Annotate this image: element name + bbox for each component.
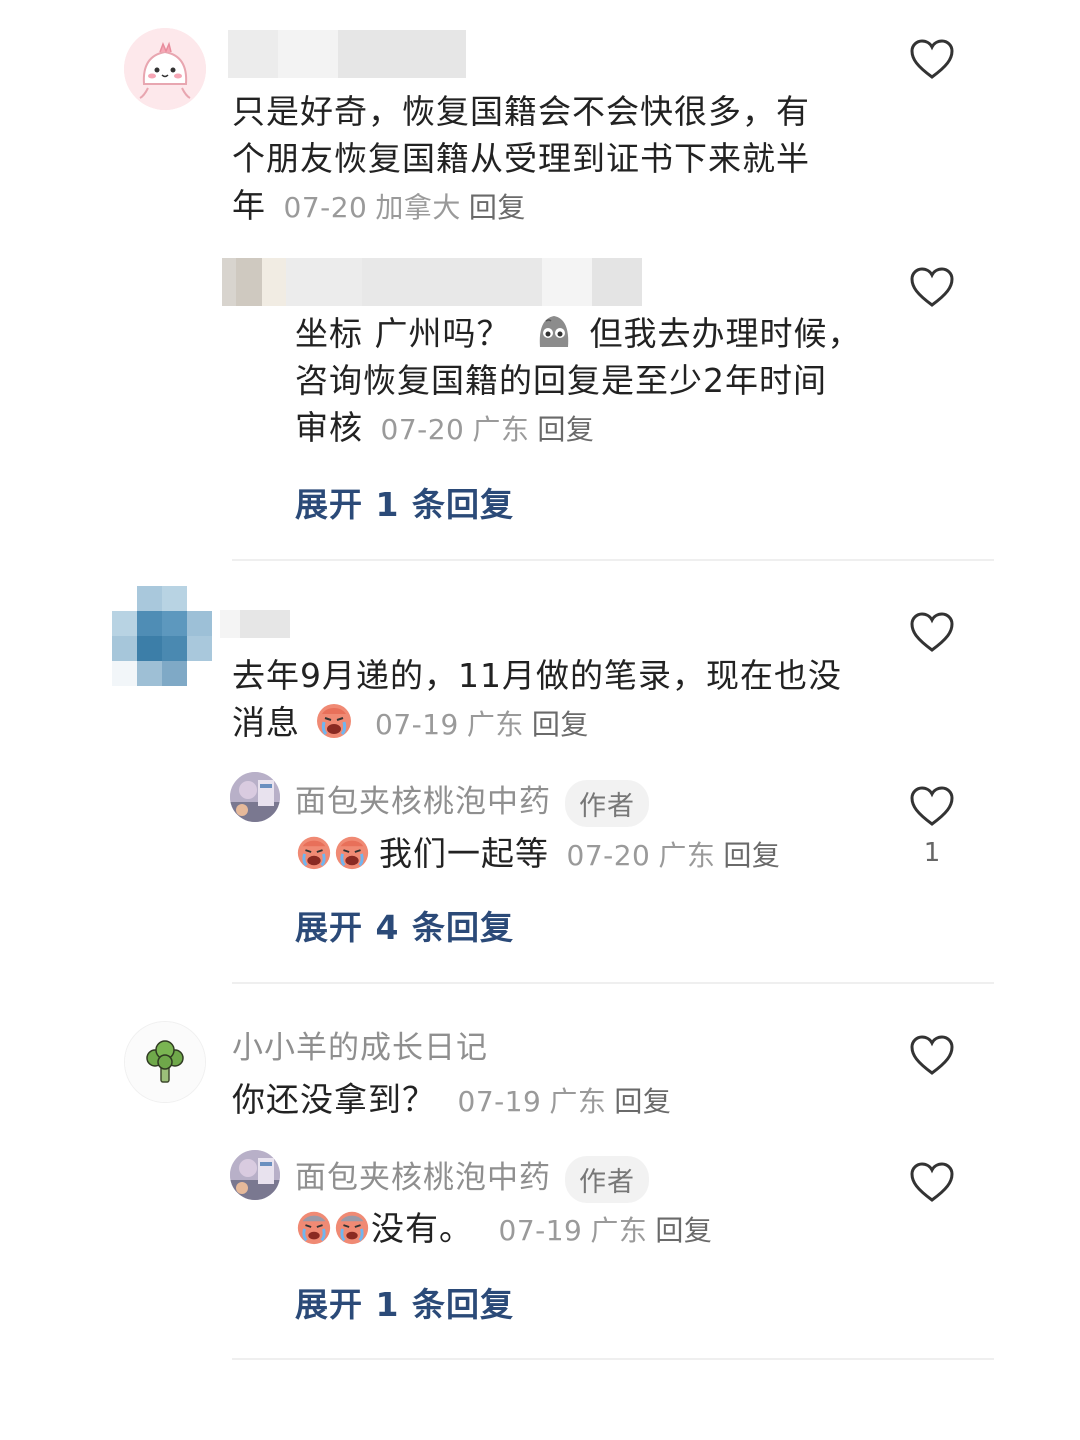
reply-location: 广东 xyxy=(590,1214,648,1247)
reply-date: 07-19 xyxy=(498,1214,583,1247)
broccoli-icon xyxy=(125,1022,205,1102)
heart-outline-icon[interactable] xyxy=(909,1034,955,1076)
reply-meta: 07-20 广东 回复 xyxy=(567,839,781,872)
reply-meta: 07-20 广东 回复 xyxy=(381,413,595,446)
pink-creature-icon xyxy=(124,28,206,110)
crying-face-emoji xyxy=(335,836,369,870)
crying-face-emoji xyxy=(316,704,351,738)
username-blurred[interactable] xyxy=(220,610,290,638)
comment-meta: 07-19 广东 回复 xyxy=(458,1085,672,1118)
comment-date: 07-20 xyxy=(283,191,368,224)
reply-button[interactable]: 回复 xyxy=(655,1214,712,1247)
crying-face-emoji xyxy=(297,836,331,870)
reply-meta: 07-19 广东 回复 xyxy=(499,1214,713,1247)
reply-text: 我们一起等 07-20 广东 回复 xyxy=(295,830,875,879)
comment-text: 你还没拿到？ 07-19 广东 回复 xyxy=(232,1080,672,1119)
user-avatar[interactable] xyxy=(125,1022,205,1102)
heart-outline-icon[interactable] xyxy=(909,785,955,827)
author-photo-icon xyxy=(230,1150,280,1200)
author-avatar[interactable] xyxy=(230,772,280,822)
author-badge: 作者 xyxy=(565,780,649,827)
comment-location: 广东 xyxy=(549,1085,607,1118)
reply-author[interactable]: 面包夹核桃泡中药 作者 xyxy=(295,1152,649,1203)
author-photo-icon xyxy=(230,772,280,822)
expand-replies-link[interactable]: 展开 1 条回复 xyxy=(295,1278,514,1326)
user-avatar[interactable] xyxy=(124,28,206,110)
heart-outline-icon[interactable] xyxy=(909,38,955,80)
reply-text: 没有。 07-19 广东 回复 xyxy=(295,1205,875,1254)
heart-outline-icon[interactable] xyxy=(909,611,955,653)
expand-replies-link[interactable]: 展开 4 条回复 xyxy=(295,901,514,949)
reply-button[interactable]: 回复 xyxy=(532,708,589,741)
comment-meta: 07-19 广东 回复 xyxy=(375,708,589,741)
divider xyxy=(232,559,994,561)
author-avatar[interactable] xyxy=(230,1150,280,1200)
comment-date: 07-19 xyxy=(375,708,459,741)
comment-text: 去年9月递的，11月做的笔录，现在也没 消息 07-19 广东 回复 xyxy=(232,656,842,742)
reply-button[interactable]: 回复 xyxy=(469,191,526,224)
crying-face-emoji xyxy=(297,1211,331,1245)
reply-text: 坐标 广州吗？ 但我去办理时候， 咨询恢复国籍的回复是至少2年时间 审核 07-… xyxy=(295,310,895,453)
expand-replies-link[interactable]: 展开 1 条回复 xyxy=(295,478,514,526)
reply-button[interactable]: 回复 xyxy=(614,1085,671,1118)
heart-outline-icon[interactable] xyxy=(909,1161,955,1203)
user-avatar[interactable] xyxy=(112,586,212,686)
like-count: 1 xyxy=(923,838,941,868)
comment-author[interactable]: 小小羊的成长日记 xyxy=(232,1022,488,1067)
reply-author[interactable]: 面包夹核桃泡中药 作者 xyxy=(295,776,649,827)
reply-button[interactable]: 回复 xyxy=(537,413,594,446)
pixelated-avatar-icon xyxy=(112,586,212,686)
username-blurred[interactable] xyxy=(228,30,466,78)
divider xyxy=(232,982,994,984)
comment-meta: 07-20 加拿大 回复 xyxy=(284,191,526,224)
heart-outline-icon[interactable] xyxy=(909,266,955,308)
divider xyxy=(232,1358,994,1360)
reply-location: 广东 xyxy=(472,413,530,446)
reply-location: 广东 xyxy=(658,839,716,872)
comment-location: 广东 xyxy=(466,708,524,741)
gray-ghost-emoji xyxy=(539,316,569,347)
comment-date: 07-19 xyxy=(457,1085,542,1118)
reply-date: 07-20 xyxy=(566,839,651,872)
comment-text: 只是好奇，恢复国籍会不会快很多，有 个朋友恢复国籍从受理到证书下来就半 年 07… xyxy=(232,92,810,225)
author-badge: 作者 xyxy=(565,1156,649,1203)
crying-face-emoji xyxy=(335,1211,369,1245)
username-blurred[interactable] xyxy=(222,258,642,306)
reply-date: 07-20 xyxy=(380,413,465,446)
reply-button[interactable]: 回复 xyxy=(723,839,780,872)
comment-location: 加拿大 xyxy=(375,191,461,224)
